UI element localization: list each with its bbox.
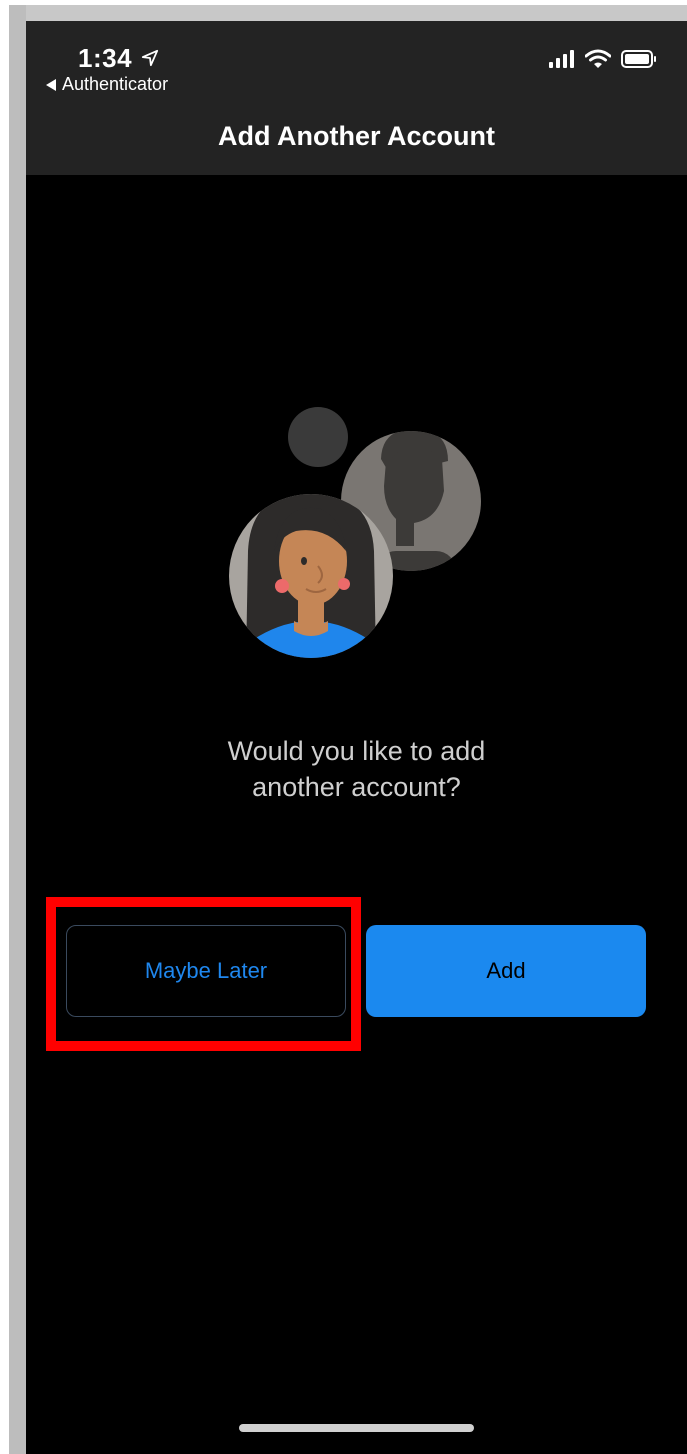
- add-button[interactable]: Add: [366, 925, 646, 1017]
- question-line-2: another account?: [252, 772, 461, 802]
- home-indicator: [239, 1424, 474, 1432]
- page-title: Add Another Account: [218, 121, 495, 151]
- question-line-1: Would you like to add: [227, 736, 486, 766]
- cellular-signal-icon: [549, 50, 574, 68]
- back-app-label: Authenticator: [62, 74, 169, 94]
- wifi-icon: [585, 49, 611, 68]
- status-icons: [549, 49, 657, 69]
- add-account-illustration: [229, 407, 481, 658]
- navigation-header: 1:34 Authenticator Add Another Account: [26, 21, 687, 175]
- frame-left-border: [9, 5, 26, 1454]
- back-to-app-link[interactable]: Authenticator: [46, 74, 168, 95]
- add-label: Add: [486, 958, 526, 983]
- highlight-box: [46, 897, 361, 1051]
- back-arrow-icon: [46, 78, 56, 91]
- phone-screen: 1:34 Authenticator Add Another Account W…: [26, 21, 687, 1454]
- screenshot-frame: 1:34 Authenticator Add Another Account W…: [0, 0, 687, 1454]
- status-time: 1:34: [78, 43, 133, 73]
- location-arrow-icon: [141, 49, 159, 67]
- battery-icon: [621, 50, 656, 68]
- add-account-question: Would you like to add another account?: [26, 733, 687, 805]
- frame-top-border: [9, 5, 687, 21]
